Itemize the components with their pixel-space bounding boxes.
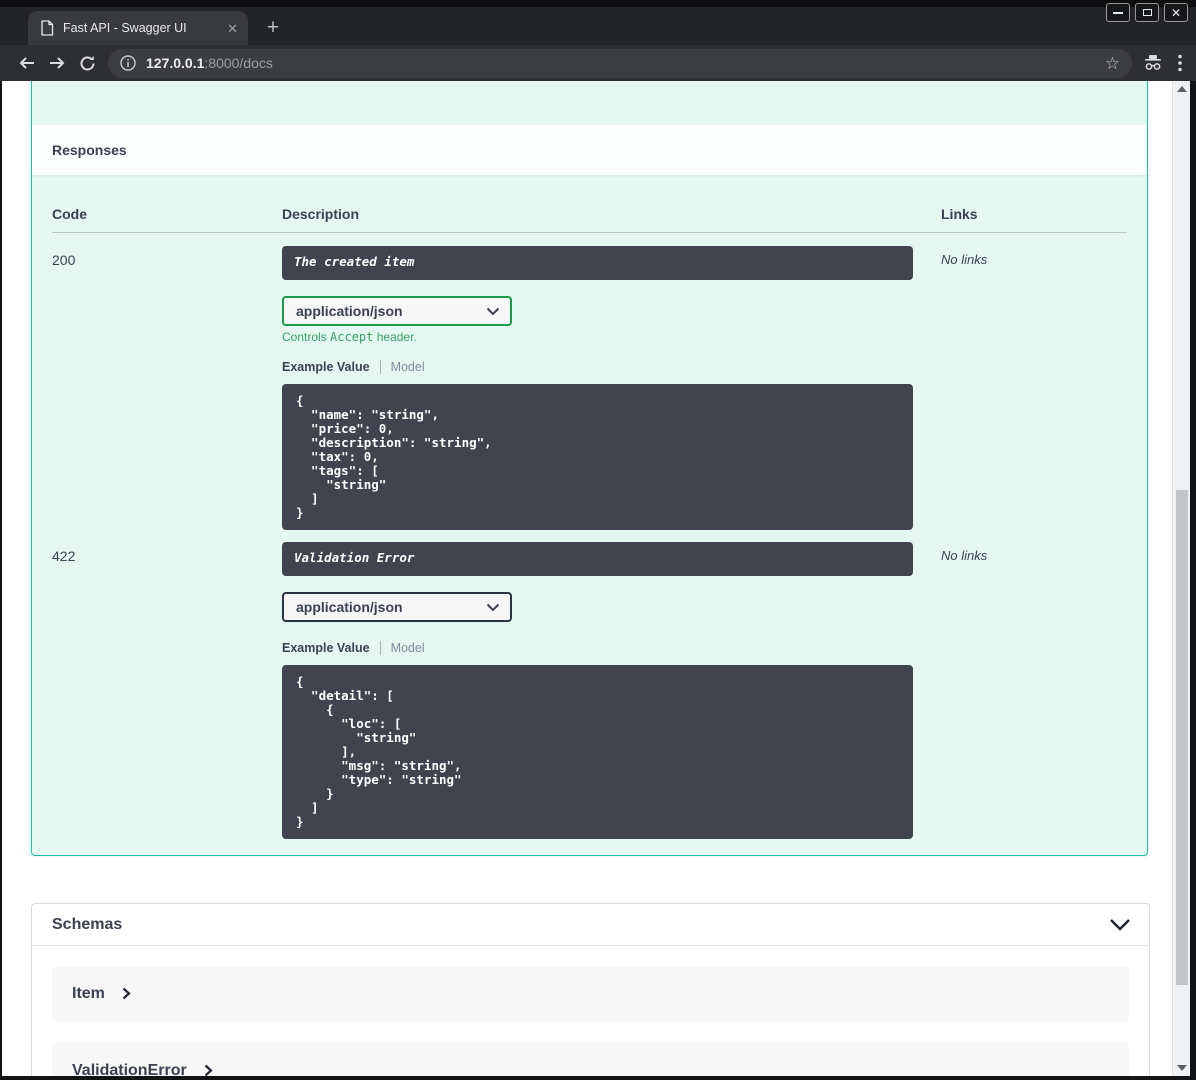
response-code: 422 bbox=[52, 548, 76, 564]
column-header-code: Code bbox=[52, 206, 87, 222]
url-host: 127.0.0.1 bbox=[146, 55, 205, 71]
triangle-up-icon bbox=[1176, 86, 1187, 92]
forward-button[interactable] bbox=[42, 49, 72, 77]
media-type-select-422[interactable]: application/json bbox=[282, 592, 512, 622]
opblock-responses: Responses Code Description Links 200 The… bbox=[31, 81, 1148, 856]
media-type-value: application/json bbox=[296, 599, 403, 615]
chevron-right-icon bbox=[122, 987, 131, 1000]
tab-title: Fast API - Swagger UI bbox=[63, 21, 187, 35]
new-tab-button[interactable]: + bbox=[260, 15, 286, 41]
maximize-icon bbox=[1142, 9, 1152, 16]
maximize-button[interactable] bbox=[1135, 3, 1159, 22]
media-type-select-200[interactable]: application/json bbox=[282, 296, 512, 326]
window-frame-edge bbox=[0, 0, 1196, 7]
response-code: 200 bbox=[52, 252, 76, 268]
tab-close-icon[interactable]: ✕ bbox=[227, 22, 238, 35]
reload-icon bbox=[80, 55, 94, 70]
responses-section-header: Responses bbox=[32, 125, 1147, 175]
tab-example-value[interactable]: Example Value bbox=[282, 360, 370, 374]
three-dot-menu-icon bbox=[1178, 54, 1182, 72]
example-model-tabs: Example Value Model bbox=[282, 640, 941, 655]
chevron-down-icon bbox=[486, 307, 500, 315]
tab-model[interactable]: Model bbox=[391, 641, 425, 655]
tab-divider bbox=[379, 640, 381, 655]
swagger-page: Responses Code Description Links 200 The… bbox=[2, 81, 1172, 1076]
chevron-down-icon bbox=[486, 603, 500, 611]
tab-example-value[interactable]: Example Value bbox=[282, 641, 370, 655]
chevron-right-icon bbox=[204, 1064, 213, 1076]
window-titlebar: Fast API - Swagger UI ✕ + ✕ bbox=[0, 0, 1196, 45]
response-links: No links bbox=[941, 252, 988, 267]
example-json-block-422: { "detail": [ { "loc": [ "string" ], "ms… bbox=[282, 665, 913, 839]
window-controls: ✕ bbox=[1106, 3, 1188, 22]
forward-arrow-icon bbox=[50, 57, 65, 69]
chevron-down-icon[interactable] bbox=[1109, 918, 1131, 932]
schemas-body: Item ValidationError bbox=[32, 946, 1149, 1076]
browser-toolbar: 127.0.0.1:8000/docs ☆ bbox=[0, 45, 1196, 81]
schemas-header[interactable]: Schemas bbox=[32, 904, 1149, 946]
scrollbar-thumb[interactable] bbox=[1176, 490, 1188, 985]
responses-table-header: Code Description Links bbox=[52, 195, 1127, 233]
scrollbar-down-arrow[interactable] bbox=[1173, 1060, 1190, 1076]
document-icon bbox=[40, 20, 54, 36]
response-links: No links bbox=[941, 548, 988, 563]
close-button[interactable]: ✕ bbox=[1164, 3, 1188, 22]
schemas-title: Schemas bbox=[52, 915, 123, 933]
responses-table: Code Description Links 200 The created i… bbox=[32, 175, 1147, 839]
note-text: Controls bbox=[282, 330, 331, 344]
minimize-button[interactable] bbox=[1106, 3, 1130, 22]
example-json-code: { "name": "string", "price": 0, "descrip… bbox=[296, 393, 492, 520]
browser-tab[interactable]: Fast API - Swagger UI ✕ bbox=[28, 11, 248, 45]
responses-title: Responses bbox=[52, 142, 127, 158]
column-header-links: Links bbox=[941, 206, 978, 222]
tab-model[interactable]: Model bbox=[391, 360, 425, 374]
response-description-box: The created item bbox=[282, 246, 913, 280]
scrollbar-up-arrow[interactable] bbox=[1173, 81, 1190, 97]
response-row-422: 422 Validation Error application/json Ex… bbox=[52, 530, 1127, 839]
controls-accept-note: Controls Accept header. bbox=[282, 330, 941, 344]
back-arrow-icon bbox=[19, 57, 34, 69]
page-viewport: Responses Code Description Links 200 The… bbox=[2, 81, 1190, 1076]
schemas-section: Schemas Item ValidationError bbox=[31, 903, 1150, 1076]
reload-button[interactable] bbox=[72, 49, 102, 77]
schema-validationerror-card[interactable]: ValidationError bbox=[52, 1043, 1129, 1076]
incognito-icon bbox=[1142, 54, 1164, 72]
response-description-cell: Validation Error application/json Exampl… bbox=[282, 542, 941, 839]
example-json-block-200: { "name": "string", "price": 0, "descrip… bbox=[282, 384, 913, 530]
schema-item-card[interactable]: Item bbox=[52, 966, 1129, 1021]
triangle-down-icon bbox=[1176, 1065, 1187, 1071]
browser-menu-button[interactable] bbox=[1178, 54, 1182, 72]
response-description-box: Validation Error bbox=[282, 542, 913, 576]
column-header-description: Description bbox=[282, 206, 360, 222]
back-button[interactable] bbox=[12, 49, 42, 77]
schema-name: ValidationError bbox=[72, 1061, 187, 1077]
response-description-cell: The created item application/json Contro… bbox=[282, 246, 941, 530]
minimize-icon bbox=[1113, 11, 1123, 14]
media-type-value: application/json bbox=[296, 303, 403, 319]
url-path: :8000/docs bbox=[204, 55, 273, 71]
url-text: 127.0.0.1:8000/docs bbox=[146, 55, 273, 71]
close-icon: ✕ bbox=[1170, 5, 1182, 20]
example-model-tabs: Example Value Model bbox=[282, 359, 941, 374]
url-bar[interactable]: 127.0.0.1:8000/docs ☆ bbox=[108, 48, 1132, 78]
opblock-spacer bbox=[32, 81, 1147, 125]
page-scrollbar[interactable] bbox=[1172, 81, 1190, 1076]
note-text-2: header. bbox=[373, 330, 417, 344]
tab-divider bbox=[379, 359, 381, 374]
example-json-code: { "detail": [ { "loc": [ "string" ], "ms… bbox=[296, 674, 462, 829]
note-accept: Accept bbox=[330, 330, 374, 344]
schema-name: Item bbox=[72, 984, 105, 1002]
toolbar-right bbox=[1142, 54, 1182, 72]
response-row-200: 200 The created item application/json Co… bbox=[52, 233, 1127, 530]
bookmark-star-icon[interactable]: ☆ bbox=[1105, 55, 1120, 72]
site-info-icon[interactable] bbox=[120, 55, 136, 71]
